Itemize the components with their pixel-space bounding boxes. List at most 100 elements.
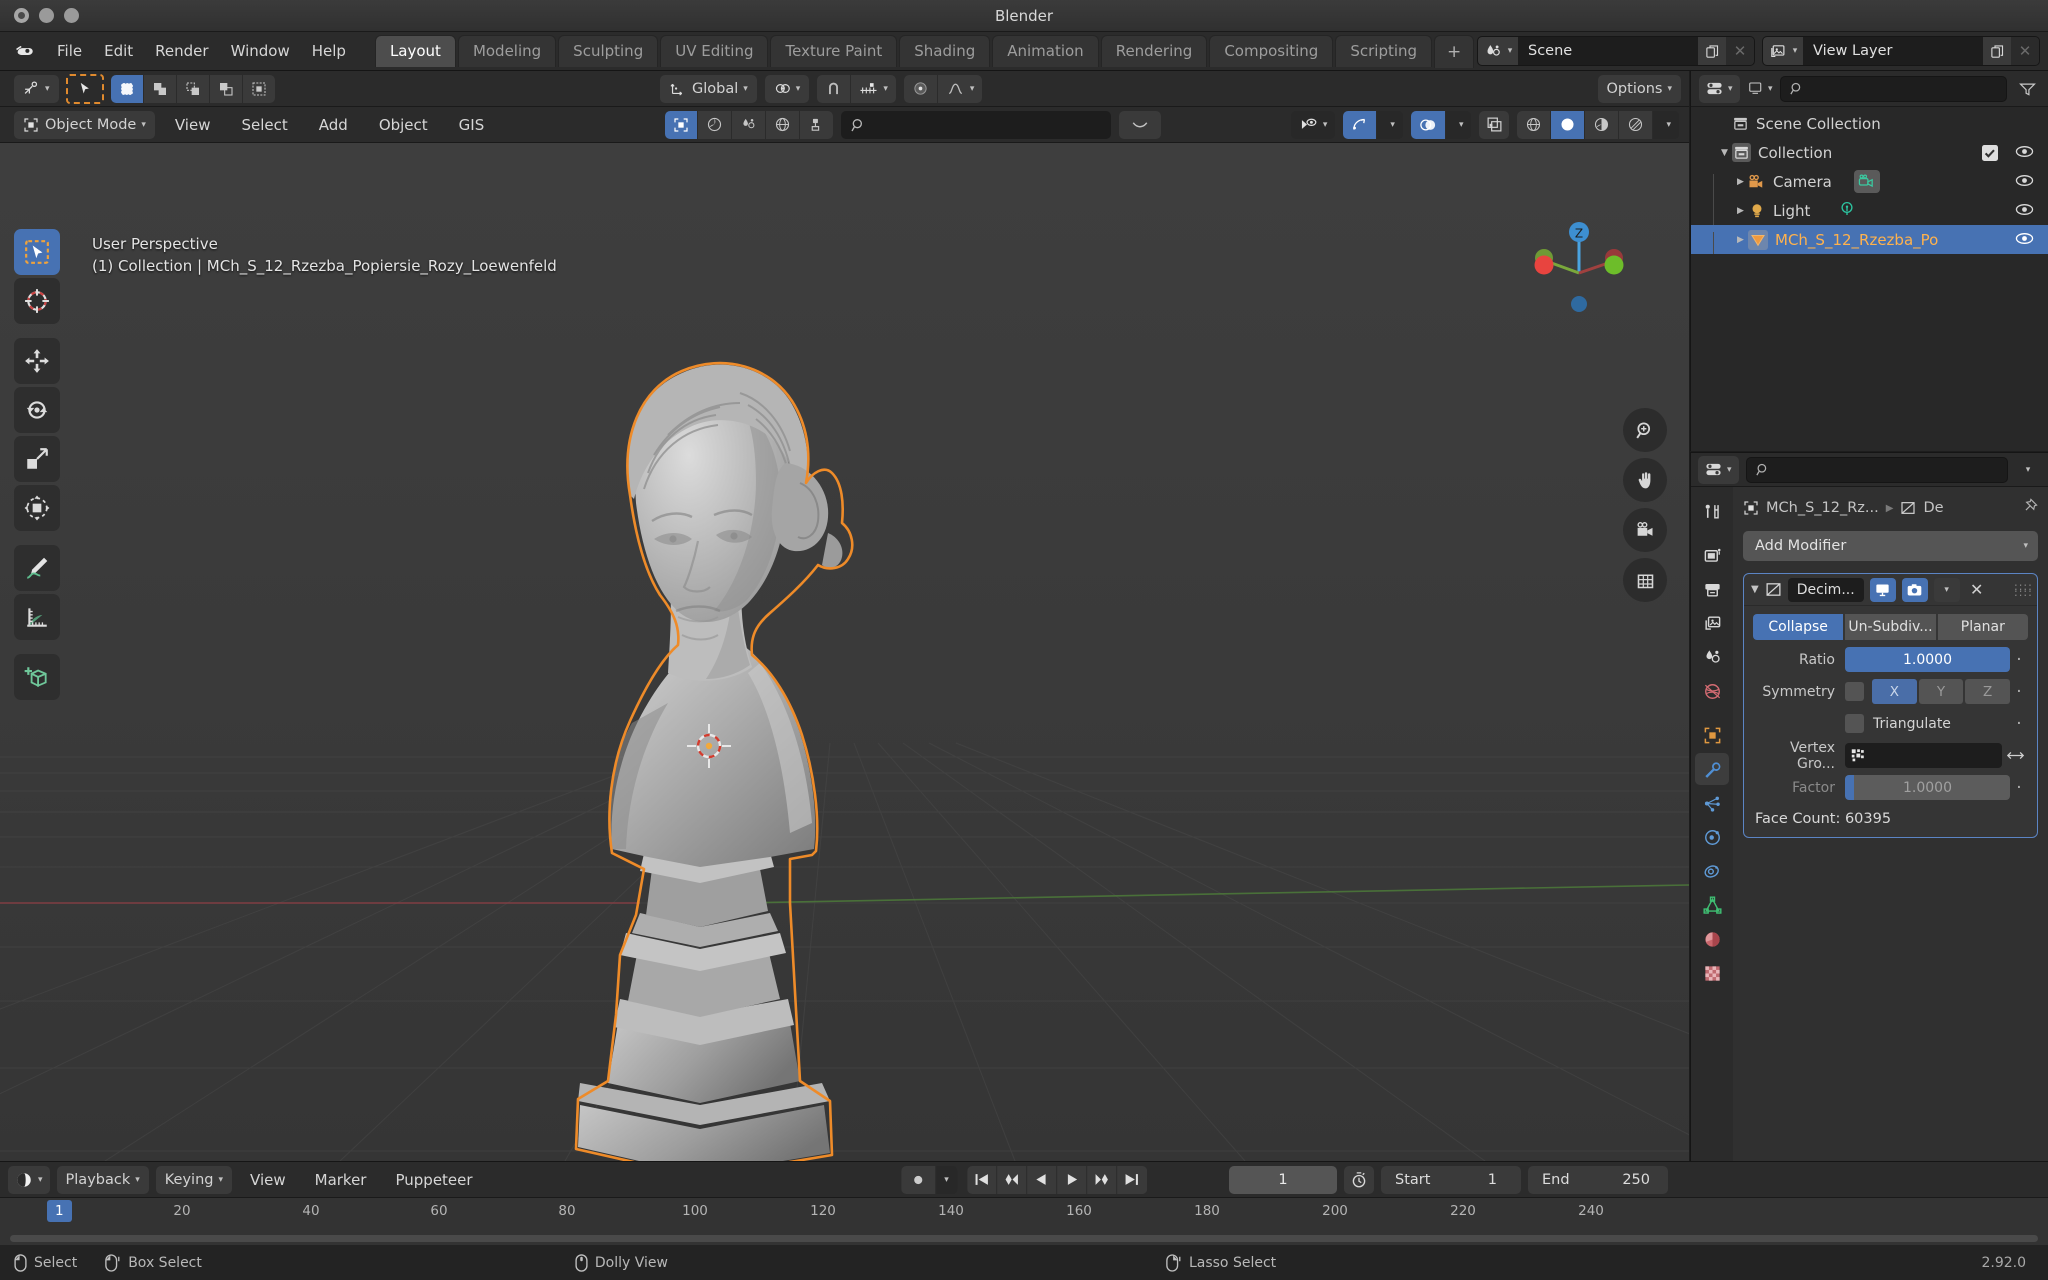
timeline-menu-puppeteer[interactable]: Puppeteer [384, 1167, 483, 1193]
playback-buttons[interactable] [966, 1165, 1147, 1194]
interaction-mode-dropdown[interactable]: Object Mode ▾ [14, 110, 155, 139]
outliner-row-mesh-object[interactable]: ▶ MCh_S_12_Rzezba_Po [1691, 225, 2048, 254]
workspace-tab-uv-editing[interactable]: UV Editing [660, 35, 769, 67]
visibility-dropdown-group[interactable]: ▾ [1290, 110, 1336, 139]
remove-view-layer-button[interactable]: ✕ [2011, 37, 2039, 65]
timeline-menu-view[interactable]: View [239, 1167, 297, 1193]
modifier-show-render-toggle[interactable] [1901, 577, 1928, 602]
gizmo-toggle-group[interactable]: ▾ [1343, 110, 1403, 139]
workspace-tab-layout[interactable]: Layout [374, 35, 456, 67]
shading-dropdown[interactable]: ▾ [1653, 110, 1679, 139]
properties-tab-render[interactable] [1695, 539, 1729, 571]
auto-keying-dropdown[interactable]: ▾ [936, 1165, 957, 1194]
modifier-drag-handle[interactable]: :::::::: [2014, 581, 2032, 598]
properties-tab-object-data[interactable] [1695, 889, 1729, 921]
active-tool-icon-button[interactable]: ▾ [14, 74, 59, 103]
symmetry-axis-selector[interactable]: X Y Z [1872, 679, 2011, 704]
properties-search-input[interactable] [1745, 456, 2008, 483]
proportional-falloff-dropdown[interactable]: ▾ [937, 74, 983, 103]
play-reverse-button[interactable] [1026, 1165, 1057, 1194]
visibility-eye-icon[interactable] [2015, 231, 2034, 250]
workspace-tab-compositing[interactable]: Compositing [1209, 35, 1334, 67]
new-view-layer-button[interactable] [1983, 37, 2011, 65]
workspace-tab-sculpting[interactable]: Sculpting [558, 35, 659, 67]
factor-animate-dot[interactable]: · [2010, 779, 2028, 796]
shading-mode-group[interactable]: ▾ [1517, 110, 1679, 139]
auto-keying-group[interactable]: ▾ [901, 1165, 957, 1194]
decimate-mode-planar[interactable]: Planar [1937, 614, 2028, 640]
next-keyframe-button[interactable] [1086, 1165, 1117, 1194]
scene-name-field[interactable]: Scene [1518, 37, 1698, 65]
factor-slider[interactable]: 1.0000 [1845, 775, 2010, 800]
breadcrumb-object-name[interactable]: MCh_S_12_Rz... [1766, 500, 1879, 516]
properties-tab-constraints[interactable] [1695, 855, 1729, 887]
filter-object-mode-icon[interactable] [665, 110, 698, 139]
view-layer-icon[interactable]: ▾ [1763, 37, 1803, 65]
modifier-show-viewport-toggle[interactable] [1869, 577, 1896, 602]
current-frame-field[interactable]: 1 [1229, 1165, 1337, 1194]
outliner-display-mode-dropdown[interactable]: ▾ [1699, 74, 1740, 103]
ratio-slider[interactable]: 1.0000 [1845, 647, 2010, 672]
add-workspace-button[interactable]: + [1434, 34, 1475, 68]
object-type-filter-group[interactable] [665, 110, 833, 139]
end-frame-field[interactable]: End 250 [1528, 1165, 1668, 1194]
viewport-menu-gis[interactable]: GIS [448, 112, 496, 138]
select-subtract-button[interactable] [176, 74, 210, 103]
camera-view-button[interactable] [1623, 508, 1667, 552]
tool-measure[interactable] [14, 594, 60, 640]
menu-window[interactable]: Window [220, 38, 301, 64]
workspace-tab-texture-paint[interactable]: Texture Paint [770, 35, 898, 67]
disclosure-triangle-light[interactable]: ▶ [1733, 206, 1748, 216]
modifier-name-field[interactable]: Decim... [1787, 577, 1864, 602]
select-extend-button[interactable] [143, 74, 177, 103]
start-frame-field[interactable]: Start 1 [1381, 1165, 1521, 1194]
xray-toggle-button[interactable] [1479, 110, 1510, 139]
properties-tab-view-layer[interactable] [1695, 607, 1729, 639]
pin-icon[interactable] [2021, 497, 2038, 519]
workspace-tab-shading[interactable]: Shading [899, 35, 991, 67]
timeline-horizontal-scrollbar[interactable] [10, 1235, 2038, 1242]
scene-datablock[interactable]: ▾ Scene ✕ [1477, 36, 1755, 66]
blender-logo-icon[interactable] [14, 40, 36, 62]
properties-tab-world[interactable] [1695, 675, 1729, 707]
select-invert-button[interactable] [209, 74, 243, 103]
transform-orientation-dropdown[interactable]: Global ▾ [660, 74, 757, 103]
proportional-edit-toggle[interactable] [903, 74, 938, 103]
pivot-point-dropdown[interactable]: ▾ [764, 74, 810, 103]
select-mode-segment[interactable] [110, 74, 275, 103]
object-visibility-icon[interactable]: ▾ [1290, 110, 1336, 139]
gizmo-dropdown[interactable]: ▾ [1377, 110, 1403, 139]
tool-rotate[interactable] [14, 387, 60, 433]
properties-options-dropdown[interactable]: ▾ [2015, 456, 2041, 484]
modifier-delete-button[interactable]: ✕ [1966, 580, 1988, 599]
light-data-icon[interactable] [1838, 200, 1856, 222]
outliner-search-input[interactable] [1779, 75, 2007, 102]
workspace-tab-rendering[interactable]: Rendering [1100, 35, 1208, 67]
properties-tab-scene[interactable] [1695, 641, 1729, 673]
overlays-dropdown[interactable]: ▾ [1445, 110, 1472, 139]
properties-editor-type-dropdown[interactable]: ▾ [1698, 455, 1739, 484]
tool-cursor[interactable] [14, 278, 60, 324]
snap-target-dropdown[interactable]: ▾ [851, 74, 896, 103]
view-layer-name-field[interactable]: View Layer [1803, 37, 1983, 65]
jump-to-end-button[interactable] [1116, 1165, 1147, 1194]
workspace-tab-animation[interactable]: Animation [992, 35, 1099, 67]
disclosure-triangle-mesh[interactable]: ▶ [1733, 235, 1748, 245]
viewport-filter-dropdown[interactable] [1119, 110, 1161, 139]
menu-help[interactable]: Help [301, 38, 357, 64]
proportional-editing-group[interactable]: ▾ [903, 74, 983, 103]
symmetry-checkbox[interactable] [1845, 682, 1864, 701]
viewport-search-input[interactable] [841, 110, 1111, 139]
overlay-toggle-group[interactable]: ▾ [1410, 110, 1472, 139]
tool-tweak[interactable] [14, 229, 60, 275]
filter-paint-icon[interactable] [800, 110, 833, 139]
filter-world-icon[interactable] [766, 110, 800, 139]
new-scene-button[interactable] [1698, 37, 1726, 65]
camera-data-icon[interactable] [1853, 170, 1880, 193]
tool-move[interactable] [14, 338, 60, 384]
triangulate-animate-dot[interactable]: · [2010, 715, 2028, 732]
decimate-mode-selector[interactable]: Collapse Un-Subdiv... Planar [1753, 614, 2028, 640]
properties-tab-physics[interactable] [1695, 821, 1729, 853]
symmetry-axis-y[interactable]: Y [1918, 679, 1964, 704]
outliner-row-scene-collection[interactable]: Scene Collection [1691, 109, 2048, 138]
